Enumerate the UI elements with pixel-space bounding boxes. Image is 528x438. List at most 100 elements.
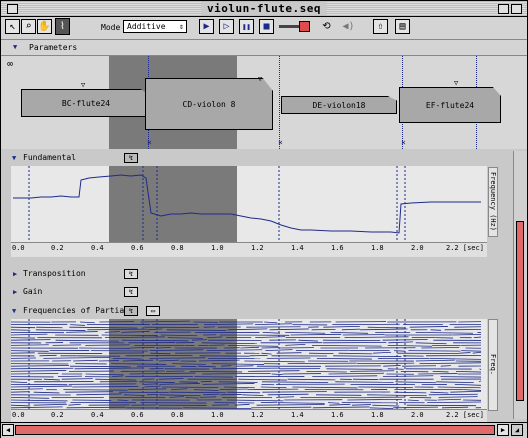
tick-label: 1.6 [331, 411, 344, 419]
partial-trace-segment [419, 362, 482, 364]
partial-trace-segment [338, 352, 373, 355]
gain-header[interactable]: ▶ Gain ↯ [1, 287, 511, 298]
crossfade-marker-icon[interactable]: × [401, 138, 406, 147]
partial-trace-segment [101, 334, 157, 336]
partial-trace-segment [276, 352, 302, 354]
draw-mode-icon[interactable]: ↯ [124, 153, 138, 163]
partial-trace-segment [199, 396, 217, 398]
scrub-tool-icon[interactable]: ⌇ [55, 18, 70, 35]
partial-trace-segment [454, 384, 482, 386]
draw-mode-icon[interactable]: ↯ [124, 306, 138, 316]
sound-anchor-icon: ▽ [454, 79, 459, 87]
partial-trace-segment [415, 359, 455, 362]
partial-trace-segment [262, 332, 280, 334]
draw-mode-icon[interactable]: ↯ [124, 269, 138, 279]
partial-trace-segment [285, 344, 306, 346]
partial-trace-segment [80, 321, 95, 324]
partial-trace-segment [99, 380, 138, 383]
tick-label: 0.2 [51, 411, 64, 419]
fundamental-curve [13, 166, 481, 242]
partial-trace-segment [285, 332, 326, 334]
scroll-left-button[interactable]: ◀ [2, 424, 14, 436]
partial-trace-segment [269, 328, 309, 331]
chevron-down-icon[interactable]: ▼ [12, 307, 16, 315]
hand-tool-icon[interactable]: ✋ [37, 19, 52, 34]
partial-trace-segment [211, 363, 265, 365]
play-selection-button[interactable]: ▷ [219, 19, 234, 34]
sound-block-de-violon18[interactable]: DE-violon18 [281, 96, 397, 114]
scroll-right-button[interactable]: ▶ [497, 424, 509, 436]
sound-block-cd-violon8[interactable]: CD-violon 8 [145, 78, 273, 130]
chevron-right-icon[interactable]: ▶ [13, 288, 17, 296]
horizontal-scrollbar[interactable]: ◀ ▶ ◢ [1, 422, 527, 438]
pause-button[interactable]: ❚❚ [239, 19, 254, 34]
sound-label: CD-violon 8 [182, 99, 236, 109]
info-icon[interactable]: ▤ [395, 19, 410, 34]
partial-trace-segment [360, 328, 408, 331]
partial-trace-segment [287, 378, 336, 381]
fundamental-header[interactable]: ▼ Fundamental ↯ [1, 153, 511, 164]
sound-label: BC-flute24 [61, 98, 111, 108]
partial-trace-segment [367, 326, 406, 329]
partial-trace-segment [63, 389, 128, 391]
resize-grip-icon[interactable]: ◢ [511, 424, 523, 436]
draw-mode-icon[interactable]: ↯ [124, 287, 138, 297]
zoom-tool-icon[interactable]: ⌕ [21, 19, 36, 34]
partial-trace-segment [218, 381, 258, 383]
partial-trace-segment [11, 365, 69, 367]
partial-trace-segment [122, 359, 154, 362]
partial-trace-segment [254, 323, 293, 325]
partial-trace-segment [347, 398, 403, 401]
partial-trace-segment [204, 323, 254, 325]
export-icon[interactable]: ⇧ [373, 19, 388, 34]
loop-icon[interactable]: ⟲ [319, 19, 334, 34]
stop-button[interactable]: ■ [259, 19, 274, 34]
chevron-right-icon[interactable]: ▶ [13, 270, 17, 278]
title-bar[interactable]: violun-flute.seq [1, 1, 527, 17]
partial-trace-segment [394, 391, 427, 394]
partial-trace-segment [432, 371, 449, 373]
parameters-bar[interactable]: ▼ Parameters [1, 40, 527, 56]
speaker-icon[interactable]: ◀) [341, 19, 356, 34]
play-button[interactable]: ▶ [199, 19, 214, 34]
zoom-box[interactable] [498, 4, 509, 14]
partial-trace-segment [166, 329, 227, 331]
vertical-scroll-thumb[interactable] [516, 221, 524, 401]
chevron-down-icon[interactable]: ▼ [13, 43, 17, 51]
partial-trace-segment [244, 360, 305, 363]
tick-label: 2.2 [sec] [446, 244, 484, 252]
arrow-tool-icon[interactable]: ↖ [5, 19, 20, 34]
envelope-icon[interactable]: ▭ [146, 306, 160, 316]
partial-trace-segment [158, 359, 180, 362]
sound-block-ef-flute24[interactable]: EF-flute24 [399, 87, 501, 123]
volume-slider-knob[interactable] [299, 21, 310, 32]
partial-trace-segment [372, 404, 400, 407]
partial-trace-segment [197, 365, 216, 368]
mode-select[interactable]: Additive [123, 20, 187, 33]
partial-trace-segment [11, 391, 30, 393]
parameters-label: Parameters [29, 43, 78, 52]
partial-trace-segment [36, 326, 63, 329]
collapse-box[interactable] [511, 4, 522, 14]
chevron-down-icon[interactable]: ▼ [12, 154, 16, 162]
partial-trace-segment [312, 345, 382, 347]
partial-trace-segment [61, 378, 93, 380]
close-box[interactable] [7, 4, 18, 14]
partial-trace-segment [33, 391, 60, 394]
sound-block-bc-flute24[interactable]: BC-flute24 [21, 89, 151, 117]
partial-trace-segment [117, 399, 129, 401]
partials-header[interactable]: ▼ Frequencies of Partials ↯ ▭ [1, 306, 511, 317]
partial-trace-segment [344, 336, 409, 338]
transposition-header[interactable]: ▶ Transposition ↯ [1, 269, 511, 280]
partial-trace-segment [441, 406, 469, 409]
partial-trace-segment [327, 402, 340, 404]
partial-trace-segment [11, 388, 43, 390]
horizontal-scroll-thumb[interactable] [15, 425, 495, 435]
link-icon[interactable]: ∞ [7, 59, 13, 70]
vertical-scrollbar[interactable] [513, 151, 527, 419]
crossfade-marker-icon[interactable]: × [147, 138, 152, 147]
partial-trace-segment [11, 381, 28, 384]
partial-trace-segment [11, 397, 50, 399]
partial-trace-segment [242, 394, 264, 396]
crossfade-marker-icon[interactable]: × [278, 138, 283, 147]
